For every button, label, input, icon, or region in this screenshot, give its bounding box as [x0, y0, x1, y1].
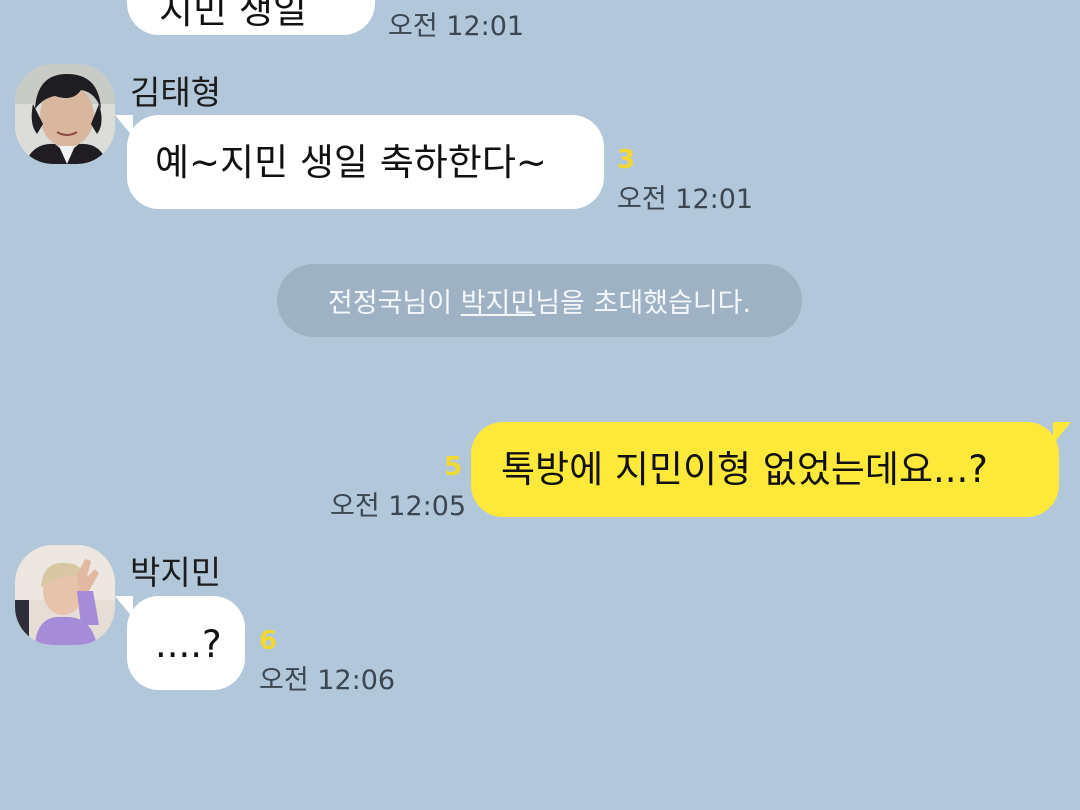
notice-inviter-text: 전정국님이 — [327, 288, 461, 319]
system-invite-notice: 전정국님이 박지민 님을 초대했습니다. — [277, 264, 802, 337]
unread-count: 6 — [259, 626, 278, 656]
message-bubble[interactable]: ....? — [115, 596, 245, 690]
sender-name: 김태형 — [130, 73, 222, 112]
message-text: 지민 생일 — [159, 0, 307, 32]
bubble-tail — [115, 596, 133, 618]
message-text: ....? — [155, 623, 222, 666]
sender-name: 박지민 — [130, 553, 222, 592]
notice-action-text: 님을 초대했습니다. — [535, 288, 752, 319]
avatar[interactable] — [15, 545, 115, 645]
message-bubble-partial[interactable]: 지민 생일 — [127, 0, 375, 35]
message-time: 오전 12:01 — [388, 11, 525, 42]
message-time: 오전 12:05 — [330, 491, 467, 522]
message-bubble[interactable]: 예~지민 생일 축하한다~ — [115, 115, 604, 209]
unread-count: 5 — [444, 452, 463, 482]
chat-message-list[interactable]: 지민 생일 오전 12:01 김태형 예~지민 생일 축하한다~ 3 오전 12… — [0, 0, 1080, 810]
invitee-name-link[interactable]: 박지민 — [461, 281, 536, 320]
message-text: 톡방에 지민이형 없었는데요...? — [501, 448, 988, 491]
unread-count: 3 — [617, 145, 636, 175]
bubble-tail — [1053, 422, 1071, 444]
message-text: 예~지민 생일 축하한다~ — [155, 141, 547, 184]
bubble-tail — [115, 115, 133, 137]
message-time: 오전 12:01 — [617, 184, 754, 215]
profile-photo-icon — [15, 64, 115, 164]
message-bubble-sent[interactable]: 톡방에 지민이형 없었는데요...? — [471, 422, 1071, 517]
message-time: 오전 12:06 — [259, 665, 396, 696]
profile-photo-icon — [15, 545, 115, 645]
avatar[interactable] — [15, 64, 115, 164]
